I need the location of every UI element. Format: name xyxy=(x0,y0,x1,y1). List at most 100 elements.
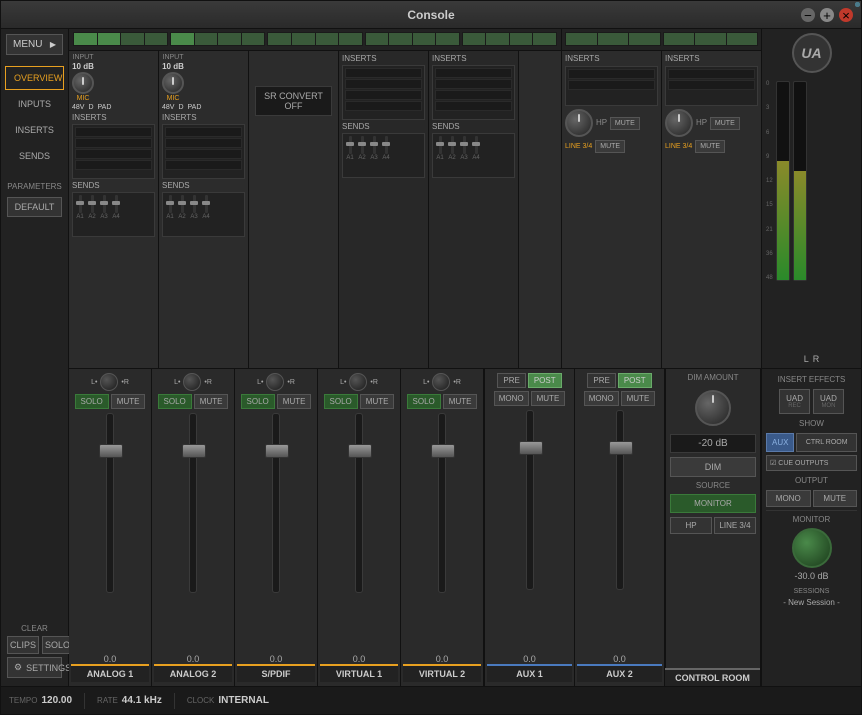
mini-fader-thumb[interactable] xyxy=(76,201,84,205)
mute-button-aux1[interactable]: MUTE xyxy=(531,391,566,406)
pre-button-aux2[interactable]: PRE xyxy=(587,373,615,388)
mini-fader-thumb[interactable] xyxy=(88,201,96,205)
mute-button-v1[interactable]: MUTE xyxy=(360,394,395,409)
aux2-inserts-box[interactable] xyxy=(665,66,758,106)
maximize-button[interactable]: + xyxy=(820,8,834,22)
output-mute-button[interactable]: MUTE xyxy=(813,490,858,507)
sidebar-item-overview[interactable]: OVERVIEW xyxy=(5,66,64,90)
inserts-box-v1[interactable] xyxy=(342,65,425,120)
mini-fader-track[interactable] xyxy=(79,195,82,213)
mini-fader-track[interactable] xyxy=(103,195,106,213)
mini-fader-track[interactable] xyxy=(91,195,94,213)
insert-slot[interactable] xyxy=(75,138,152,148)
mini-fader-track[interactable] xyxy=(361,136,364,154)
hp-small-button[interactable]: HP xyxy=(670,517,712,534)
dim-button[interactable]: DIM xyxy=(670,457,756,477)
solo-button-a1[interactable]: SOLO xyxy=(75,394,109,409)
mono-button-aux1[interactable]: MONO xyxy=(494,391,529,406)
mini-fader-track[interactable] xyxy=(205,195,208,213)
minimize-button[interactable]: − xyxy=(801,8,815,22)
insert-slot[interactable] xyxy=(165,149,242,159)
inserts-box-a2[interactable] xyxy=(162,124,245,179)
fader-thumb-aux1[interactable] xyxy=(519,441,543,455)
pan-knob-v2[interactable] xyxy=(432,373,450,391)
insert-slot[interactable] xyxy=(345,90,422,100)
mini-fader-track[interactable] xyxy=(115,195,118,213)
post-button-aux1[interactable]: POST xyxy=(528,373,562,388)
mini-fader-thumb[interactable] xyxy=(112,201,120,205)
mini-fader-thumb[interactable] xyxy=(436,142,444,146)
sidebar-item-inserts[interactable]: INSERTS xyxy=(5,118,64,142)
inserts-box-a1[interactable] xyxy=(72,124,155,179)
sidebar-item-sends[interactable]: SENDS xyxy=(5,144,64,168)
aux1-hp-mute-button[interactable]: MUTE xyxy=(610,117,640,130)
post-button-aux2[interactable]: POST xyxy=(618,373,652,388)
monitor-source-button[interactable]: MONITOR xyxy=(670,494,756,513)
insert-slot[interactable] xyxy=(75,149,152,159)
aux-show-button[interactable]: AUX xyxy=(766,433,794,452)
insert-slot[interactable] xyxy=(165,138,242,148)
monitor-knob[interactable] xyxy=(792,528,832,568)
close-button[interactable]: × xyxy=(839,8,853,22)
pre-button-aux1[interactable]: PRE xyxy=(497,373,525,388)
mini-fader-thumb[interactable] xyxy=(370,142,378,146)
aux2-line34-mute-button[interactable]: MUTE xyxy=(695,140,725,153)
pan-knob-spdif[interactable] xyxy=(266,373,284,391)
insert-slot[interactable] xyxy=(568,80,655,90)
insert-slot[interactable] xyxy=(435,101,512,111)
cue-outputs-button[interactable]: ☑ CUE OUTPUTS xyxy=(766,455,857,471)
tempo-value[interactable]: 120.00 xyxy=(41,695,72,706)
menu-button[interactable]: MENU ▶ xyxy=(6,34,63,55)
insert-slot[interactable] xyxy=(75,160,152,170)
mini-fader-thumb[interactable] xyxy=(166,201,174,205)
uad-rec-button[interactable]: UAD REC xyxy=(779,389,810,414)
mini-fader-track[interactable] xyxy=(193,195,196,213)
fader-track-spdif[interactable] xyxy=(272,413,280,593)
input-knob-a2-control[interactable] xyxy=(162,72,184,94)
insert-slot[interactable] xyxy=(668,69,755,79)
mini-fader-thumb[interactable] xyxy=(358,142,366,146)
fader-thumb-v2[interactable] xyxy=(431,444,455,458)
uad-mon-button[interactable]: UAD MON xyxy=(813,389,844,414)
mini-fader-track[interactable] xyxy=(439,136,442,154)
solo-button-v1[interactable]: SOLO xyxy=(324,394,358,409)
fader-track-a1[interactable] xyxy=(106,413,114,593)
default-button[interactable]: DEFAULT xyxy=(7,197,62,217)
mini-fader-track[interactable] xyxy=(349,136,352,154)
output-mono-button[interactable]: MONO xyxy=(766,490,811,507)
dim-knob[interactable] xyxy=(695,390,731,426)
mini-fader-thumb[interactable] xyxy=(190,201,198,205)
clips-button[interactable]: CLIPS xyxy=(7,636,39,654)
mini-fader-track[interactable] xyxy=(169,195,172,213)
settings-button[interactable]: ⚙ SETTINGS xyxy=(7,657,62,678)
line34-small-button[interactable]: LINE 3/4 xyxy=(714,517,756,534)
mini-fader-track[interactable] xyxy=(385,136,388,154)
aux2-hp-mute-button[interactable]: MUTE xyxy=(710,117,740,130)
insert-slot[interactable] xyxy=(435,90,512,100)
mini-fader-track[interactable] xyxy=(181,195,184,213)
aux1-hp-knob[interactable] xyxy=(565,109,593,137)
mini-fader-thumb[interactable] xyxy=(460,142,468,146)
mute-button-aux2[interactable]: MUTE xyxy=(621,391,656,406)
fader-track-aux1[interactable] xyxy=(526,410,534,590)
mono-button-aux2[interactable]: MONO xyxy=(584,391,619,406)
mini-fader-track[interactable] xyxy=(373,136,376,154)
mini-fader-thumb[interactable] xyxy=(448,142,456,146)
sidebar-item-inputs[interactable]: INPUTS xyxy=(5,92,64,116)
pan-knob-v1[interactable] xyxy=(349,373,367,391)
input-knob-a1-control[interactable] xyxy=(72,72,94,94)
insert-slot[interactable] xyxy=(435,79,512,89)
mini-fader-thumb[interactable] xyxy=(100,201,108,205)
insert-slot[interactable] xyxy=(75,127,152,137)
insert-slot[interactable] xyxy=(435,68,512,78)
mute-button-spdif[interactable]: MUTE xyxy=(277,394,312,409)
solo-button-v2[interactable]: SOLO xyxy=(407,394,441,409)
insert-slot[interactable] xyxy=(345,101,422,111)
fader-track-v1[interactable] xyxy=(355,413,363,593)
solo-button-spdif[interactable]: SOLO xyxy=(241,394,275,409)
mini-fader-thumb[interactable] xyxy=(472,142,480,146)
mini-fader-track[interactable] xyxy=(475,136,478,154)
insert-slot[interactable] xyxy=(568,69,655,79)
mini-fader-thumb[interactable] xyxy=(178,201,186,205)
pan-knob-a1[interactable] xyxy=(100,373,118,391)
